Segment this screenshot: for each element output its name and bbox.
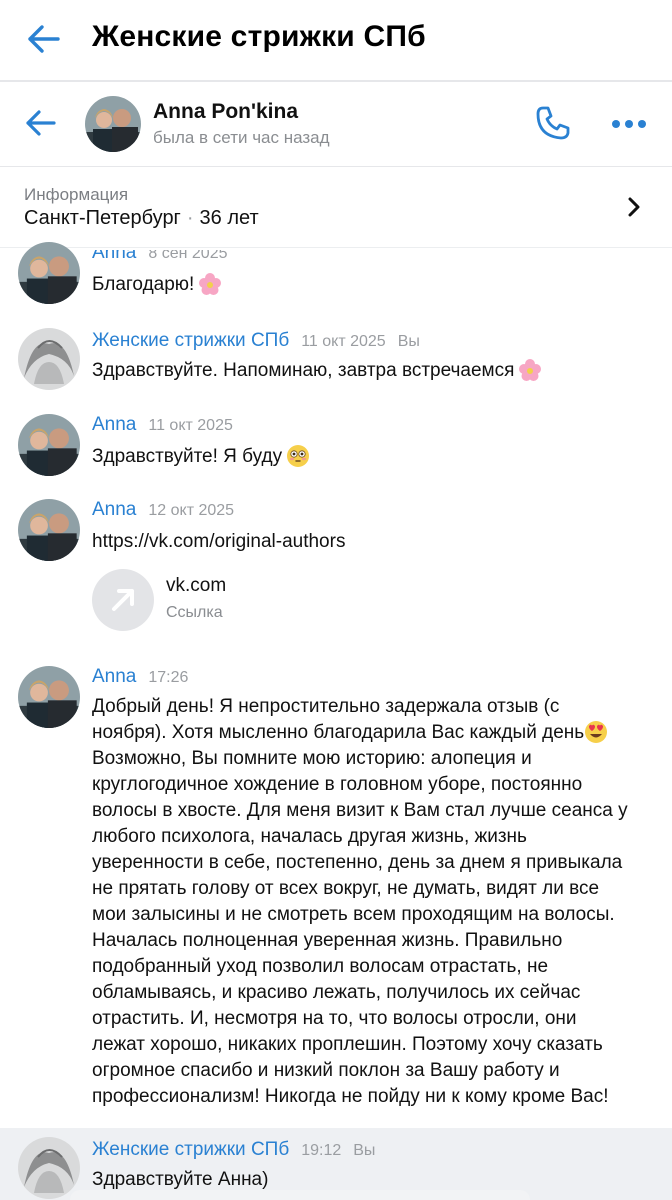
avatar[interactable] (18, 242, 80, 304)
message-time: 8 сен 2025 (148, 245, 228, 262)
back-arrow-icon[interactable] (26, 24, 60, 54)
message-time: 17:26 (148, 669, 189, 686)
message-you: Вы (353, 1142, 376, 1159)
flushed-emoji (287, 445, 310, 467)
text-line: круглогодичное хождение в головном уборе… (92, 774, 583, 795)
flower-emoji (519, 359, 542, 381)
text-line: не прятать голову от всех вокруг, не дум… (92, 878, 600, 899)
separator-dot: · (186, 207, 194, 229)
link-card-icon[interactable] (92, 569, 154, 631)
text-segment: ноября). Хотя мысленно благодарила Вас к… (92, 722, 585, 743)
avatar[interactable] (18, 414, 80, 476)
text-line: подобранный уход позволил волосам отраст… (92, 956, 549, 977)
message-author[interactable]: Anna (92, 499, 136, 520)
message-header: Anna 11 окт 2025 (92, 414, 233, 436)
message-you: Вы (397, 333, 420, 350)
message-time: 11 окт 2025 (148, 417, 233, 434)
message: Женские стрижки СПб 11 окт 2025 Вы Здравст… (0, 326, 672, 396)
text-line: лежат хорошо, никаких проплешин. Поэтому… (92, 1034, 603, 1055)
flower-emoji (199, 273, 222, 295)
message-composer[interactable] (70, 1190, 530, 1200)
text-line: ноября). Хотя мысленно благодарила Вас к… (92, 720, 666, 746)
contact-name[interactable]: Anna Pon'kina (153, 100, 298, 124)
link-arrow-icon (112, 589, 134, 611)
message-text: Здравствуйте! Я буду (92, 444, 652, 470)
avatar[interactable] (18, 666, 80, 728)
chevron-right-icon[interactable] (626, 197, 642, 217)
text-line: огромное спасибо и низкий поклон за Вашу… (92, 1060, 560, 1081)
message-author[interactable]: Anna (92, 666, 136, 687)
info-value: Санкт-Петербург · 36 лет (24, 207, 259, 230)
text-line: профессионализм! Никогда не пойду ни к к… (92, 1086, 609, 1107)
message-author[interactable]: Anna (92, 250, 136, 263)
message-header: Женские стрижки СПб 19:12 Вы (92, 1139, 375, 1161)
info-city: Санкт-Петербург (24, 207, 181, 229)
message-author[interactable]: Anna (92, 414, 136, 435)
message-time: 12 окт 2025 (148, 502, 235, 519)
message-header: Anna 17:26 (92, 666, 188, 688)
avatar[interactable] (85, 96, 141, 152)
info-age: 36 лет (199, 207, 259, 229)
message: Anna 17:26 Добрый день! Я непростительно … (0, 664, 672, 1124)
info-label: Информация (24, 185, 129, 204)
text-line: мои залысины и не смотреть всем проходящ… (92, 904, 615, 925)
message: Anna 8 сен 2025 Благодарю! (0, 240, 672, 310)
heart-eyes-emoji (585, 721, 608, 743)
info-row[interactable]: Информация Санкт-Петербург · 36 лет (0, 167, 672, 247)
message-body: Здравствуйте! Я буду (92, 446, 283, 467)
text-line: отрастить. И, несмотря на то, что волосы… (92, 1008, 577, 1029)
message-header: Женские стрижки СПб 11 окт 2025 Вы (92, 330, 420, 352)
back-arrow-icon[interactable] (24, 108, 56, 138)
message-time: 19:12 (301, 1142, 342, 1159)
text-line: Добрый день! Я непростительно задержала … (92, 696, 560, 717)
text-line: обламываясь, и красиво лежать, получилос… (92, 982, 581, 1003)
message-body: Здравствуйте. Напоминаю, завтра встречае… (92, 360, 515, 381)
chat-header: Anna Pon'kina была в сети час назад (0, 82, 672, 166)
text-line: волосы в хвосте. Для меня визит к Вам ст… (92, 800, 628, 821)
message-text: Благодарю! (92, 272, 652, 298)
more-dots-icon[interactable] (611, 118, 647, 130)
text-line: Возможно, Вы помните мою историю: алопец… (92, 748, 532, 769)
text-line: Началась полноценная уверенная жизнь. Пр… (92, 930, 563, 951)
community-avatar[interactable] (18, 328, 80, 390)
link-card-title[interactable]: vk.com (166, 575, 226, 597)
message: Anna 11 окт 2025 Здравствуйте! Я буду (0, 412, 672, 482)
message-author[interactable]: Женские стрижки СПб (92, 1139, 289, 1160)
phone-icon[interactable] (534, 104, 572, 142)
community-title: Женские стрижки СПб (92, 20, 426, 53)
message: Anna 12 окт 2025 https://vk.com/original-… (0, 497, 672, 647)
message-text: Здравствуйте. Напоминаю, завтра встречае… (92, 358, 652, 384)
message-link[interactable]: https://vk.com/original-authors (92, 529, 652, 555)
message-header: Anna 8 сен 2025 (92, 245, 228, 264)
text-line: уверенности в себе, постепенно, день за … (92, 852, 623, 873)
message-text: Добрый день! Я непростительно задержала … (92, 694, 666, 1110)
contact-status: была в сети час назад (153, 128, 330, 147)
avatar[interactable] (18, 499, 80, 561)
message-header: Anna 12 окт 2025 (92, 499, 234, 521)
text-line: любого психолога, началась другая жизнь,… (92, 826, 527, 847)
message-author[interactable]: Женские стрижки СПб (92, 330, 289, 351)
message-time: 11 окт 2025 (301, 333, 386, 350)
message-body: Благодарю! (92, 274, 195, 295)
top-bar: Женские стрижки СПб (0, 0, 672, 80)
community-avatar[interactable] (18, 1137, 80, 1199)
link-card-subtitle: Ссылка (166, 604, 223, 621)
